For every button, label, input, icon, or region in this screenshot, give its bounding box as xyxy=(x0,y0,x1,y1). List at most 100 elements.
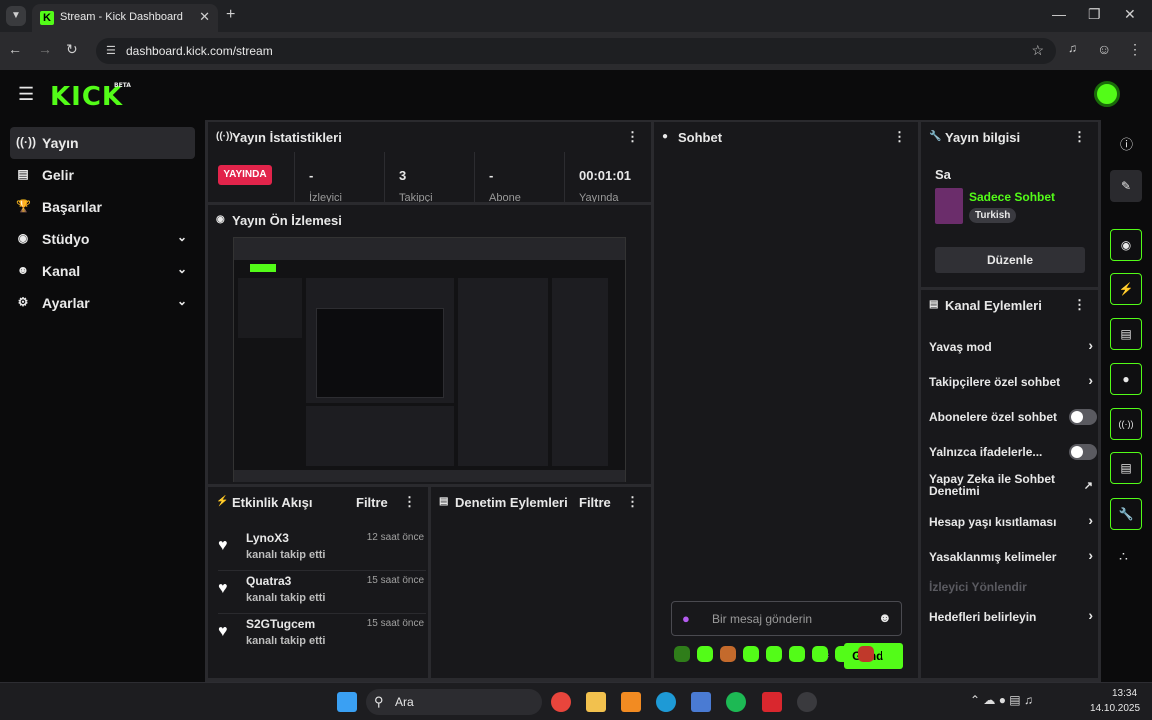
vlc-icon[interactable] xyxy=(621,692,641,712)
edit-button[interactable]: Düzenle xyxy=(935,247,1085,273)
reload-icon[interactable]: ↻ xyxy=(66,41,78,58)
file-explorer-icon[interactable] xyxy=(586,692,606,712)
back-icon[interactable]: ← xyxy=(8,41,22,57)
emote-8[interactable] xyxy=(835,646,851,662)
emotes-only-toggle[interactable] xyxy=(1069,444,1097,460)
filter-button[interactable]: Filtre xyxy=(356,495,388,510)
sidebar-item-ayarlar[interactable]: ⚙ Ayarlar ⌄ xyxy=(10,287,195,319)
sidebar-item-yayin[interactable]: ((·)) Yayın xyxy=(10,127,195,159)
hamburger-menu-icon[interactable]: ☰ xyxy=(18,84,34,105)
panel-title: Yayın bilgisi xyxy=(945,130,1021,145)
new-tab-icon[interactable]: + xyxy=(226,6,235,24)
follow-action: kanalı takip etti xyxy=(246,635,326,647)
spotify-icon[interactable] xyxy=(726,692,746,712)
category-link[interactable]: Sadece Sohbet xyxy=(969,190,1055,204)
emoji-picker-icon[interactable]: ☻ xyxy=(878,610,892,625)
streaming-app-icon[interactable] xyxy=(762,692,782,712)
emote-9[interactable] xyxy=(858,646,874,662)
system-tray-icons[interactable]: ⌃ ☁ ● ▤ ♫ xyxy=(970,693,1033,707)
emote-2[interactable] xyxy=(697,646,713,662)
emote-10[interactable] xyxy=(882,646,898,662)
emote-5[interactable] xyxy=(766,646,782,662)
preview-taskbar xyxy=(234,470,625,482)
kick-logo[interactable]: KICK BETA xyxy=(50,82,131,112)
timestamp: 15 saat önce xyxy=(366,575,424,586)
follower-name[interactable]: Quatra3 xyxy=(246,574,291,588)
broadcast-icon[interactable]: ((·)) xyxy=(1110,408,1142,440)
obs-icon[interactable] xyxy=(797,692,817,712)
emote-3[interactable] xyxy=(720,646,736,662)
kick-favicon-icon: K xyxy=(40,11,54,25)
action-account-age[interactable]: Hesap yaşı kısıtlaması › xyxy=(929,507,1093,537)
action-ai-moderation[interactable]: Yapay Zeka ile Sohbet Denetimi ↗ xyxy=(929,471,1093,507)
stats-panel-header: ((·)) Yayın İstatistikleri ⋮ xyxy=(208,122,651,152)
more-options-icon[interactable]: ⋮ xyxy=(626,494,639,510)
media-controls-icon[interactable]: ♫ xyxy=(1068,41,1077,55)
sidebar-item-gelir[interactable]: ▤ Gelir xyxy=(10,159,195,191)
follower-name[interactable]: S2GTugcem xyxy=(246,617,315,631)
action-subscribers-only[interactable]: Abonelere özel sohbet xyxy=(929,402,1097,432)
close-tab-icon[interactable]: ✕ xyxy=(199,9,210,25)
minimize-window-icon[interactable]: — xyxy=(1052,6,1066,22)
microphone-icon[interactable]: ● xyxy=(682,611,690,626)
action-set-goals[interactable]: Hedefleri belirleyin › xyxy=(929,602,1093,632)
clock-date[interactable]: 14.10.2025 xyxy=(1090,703,1140,714)
browser-tab-bar: ▼ K Stream - Kick Dashboard ✕ + — ❐ ✕ xyxy=(0,0,1152,32)
filter-button[interactable]: Filtre xyxy=(579,495,611,510)
wrench-icon[interactable]: 🔧 xyxy=(1110,498,1142,530)
edge-icon[interactable] xyxy=(656,692,676,712)
sidebar-item-studyo[interactable]: ◉ Stüdyo ⌄ xyxy=(10,223,195,255)
more-options-icon[interactable]: ⋮ xyxy=(1073,129,1086,145)
action-slow-mode[interactable]: Yavaş mod › xyxy=(929,332,1093,362)
sidebar-item-kanal[interactable]: ☻ Kanal ⌄ xyxy=(10,255,195,287)
chevron-right-icon: › xyxy=(1088,607,1093,623)
sidebar-item-basarilar[interactable]: 🏆 Başarılar xyxy=(10,191,195,223)
action-raid: İzleyici Yönlendir xyxy=(929,572,1089,602)
layers-icon[interactable]: ▤ xyxy=(1110,452,1142,484)
browser-menu-icon[interactable]: ⋮ xyxy=(1128,41,1142,58)
site-info-icon[interactable]: ☰ xyxy=(106,44,116,57)
clock-time[interactable]: 13:34 xyxy=(1112,688,1137,699)
apps-grid-icon[interactable]: ∴ xyxy=(1119,548,1128,565)
chevron-down-icon: ⌄ xyxy=(176,294,187,308)
windows-start-icon[interactable] xyxy=(337,692,357,712)
action-emotes-only[interactable]: Yalnızca ifadelerle... xyxy=(929,437,1097,467)
follower-name[interactable]: LynoX3 xyxy=(246,531,289,545)
store-icon[interactable] xyxy=(691,692,711,712)
preview-panel-header: ◉ Yayın Ön İzlemesi xyxy=(208,205,651,235)
info-icon[interactable]: ⓘ xyxy=(1120,134,1133,153)
more-options-icon[interactable]: ⋮ xyxy=(893,129,906,145)
profile-icon[interactable]: ☺ xyxy=(1097,41,1111,57)
more-options-icon[interactable]: ⋮ xyxy=(626,129,639,145)
close-window-icon[interactable]: ✕ xyxy=(1124,6,1136,23)
address-bar[interactable]: ☰ dashboard.kick.com/stream ☆ xyxy=(96,38,1056,64)
lightning-icon[interactable]: ⚡ xyxy=(1110,273,1142,305)
camera-icon[interactable]: ◉ xyxy=(1110,229,1142,261)
tab-search-chevron-icon[interactable]: ▼ xyxy=(6,6,26,26)
stream-preview-video[interactable] xyxy=(233,237,626,482)
document-icon[interactable]: ▤ xyxy=(1110,318,1142,350)
browser-tab-active[interactable]: K Stream - Kick Dashboard ✕ xyxy=(32,4,218,32)
action-followers-only[interactable]: Takipçilere özel sohbet › xyxy=(929,367,1093,397)
action-banned-words[interactable]: Yasaklanmış kelimeler › xyxy=(929,542,1093,572)
more-options-icon[interactable]: ⋮ xyxy=(1073,297,1086,313)
emote-4[interactable] xyxy=(743,646,759,662)
chat-input[interactable]: ● Bir mesaj gönderin ☻ xyxy=(671,601,902,636)
heart-icon: ♥ xyxy=(218,623,228,640)
emote-6[interactable] xyxy=(789,646,805,662)
subscribers-only-toggle[interactable] xyxy=(1069,409,1097,425)
emote-7[interactable] xyxy=(812,646,828,662)
taskbar-search[interactable]: ⚲ Ara xyxy=(366,689,542,715)
more-options-icon[interactable]: ⋮ xyxy=(403,494,416,510)
chat-panel: ● Sohbet ⋮ ● Bir mesaj gönderin ☻ ⚙ Gönd… xyxy=(654,122,918,678)
chrome-icon[interactable] xyxy=(551,692,571,712)
action-label: Hedefleri belirleyin xyxy=(929,610,1037,624)
emote-1[interactable] xyxy=(674,646,690,662)
bookmark-star-icon[interactable]: ☆ xyxy=(1031,42,1044,59)
forward-icon[interactable]: → xyxy=(38,41,52,57)
chat-bubble-icon: ● xyxy=(662,131,669,142)
avatar[interactable] xyxy=(1094,81,1120,107)
restore-window-icon[interactable]: ❐ xyxy=(1088,6,1101,23)
chat-bubble-icon[interactable]: ● xyxy=(1110,363,1142,395)
edit-pencil-icon[interactable]: ✎ xyxy=(1110,170,1142,202)
